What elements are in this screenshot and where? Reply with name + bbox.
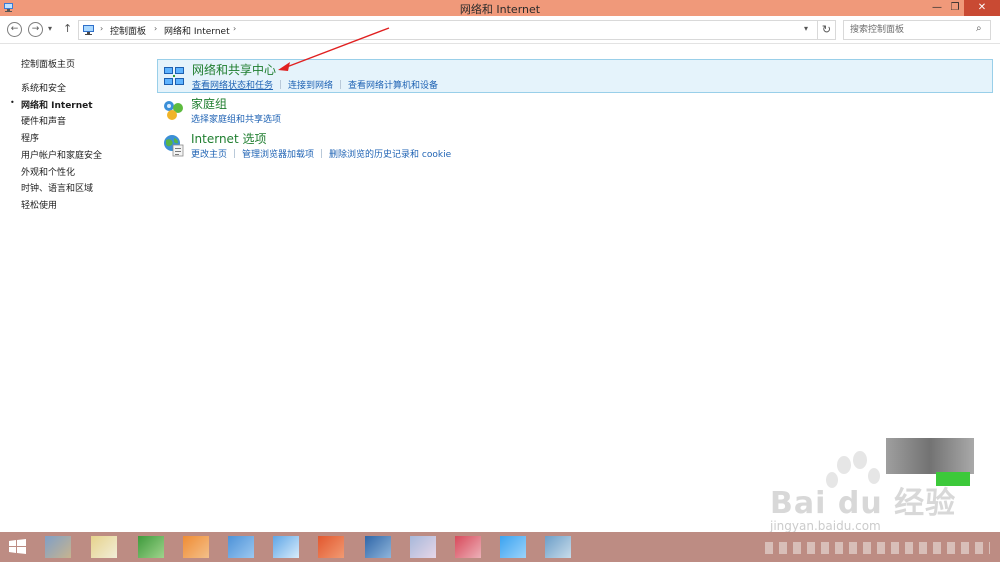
up-button[interactable]: ↑ <box>63 22 72 35</box>
view-network-computers-link[interactable]: 查看网络计算机和设备 <box>348 81 438 91</box>
control-panel-home-link[interactable]: 控制面板主页 <box>21 57 75 70</box>
minimize-button[interactable]: — <box>928 0 946 16</box>
taskbar-app-4[interactable] <box>183 536 209 558</box>
sidebar-item-user-accounts[interactable]: 用户帐户和家庭安全 <box>21 148 102 161</box>
network-sharing-center-icon <box>164 67 184 85</box>
title-bar: 网络和 Internet — ❐ ✕ <box>0 0 1000 16</box>
homegroup-title[interactable]: 家庭组 <box>191 95 227 112</box>
homegroup-icon <box>164 101 183 120</box>
system-tray[interactable] <box>765 542 990 554</box>
taskbar-app-3[interactable] <box>138 536 164 558</box>
link-divider <box>340 80 342 89</box>
back-button[interactable]: ← <box>7 22 22 37</box>
homegroup-sharing-options-link[interactable]: 选择家庭组和共享选项 <box>191 115 281 125</box>
watermark-brand: Bai du 经验 <box>770 486 957 521</box>
taskbar-app-5[interactable] <box>228 536 254 558</box>
window-title: 网络和 Internet <box>459 3 541 16</box>
taskbar-app-7[interactable] <box>318 536 344 558</box>
breadcrumb-control-panel[interactable]: 控制面板 <box>110 24 146 37</box>
connect-to-network-link[interactable]: 连接到网络 <box>288 81 333 91</box>
refresh-button[interactable]: ↻ <box>818 20 836 40</box>
taskbar-app-12[interactable] <box>545 536 571 558</box>
start-button-icon[interactable] <box>0 532 36 562</box>
link-divider <box>280 80 282 89</box>
recent-locations-dropdown[interactable]: ▾ <box>48 24 52 33</box>
taskbar <box>0 532 1000 562</box>
navigation-bar: ← → ▾ ↑ › 控制面板 › 网络和 Internet › ▾ ↻ ⌕ <box>0 16 1000 44</box>
control-panel-icon <box>83 25 94 35</box>
network-sharing-center-title[interactable]: 网络和共享中心 <box>192 61 276 78</box>
breadcrumb-separator[interactable]: › <box>100 24 103 33</box>
network-sharing-center-links: 查看网络状态和任务 连接到网络 查看网络计算机和设备 <box>192 78 438 91</box>
sidebar-item-clock-language-region[interactable]: 时钟、语言和区域 <box>21 181 93 194</box>
sidebar-item-programs[interactable]: 程序 <box>21 131 39 144</box>
link-divider <box>321 149 323 158</box>
category-internet-options[interactable]: Internet 选项 更改主页 管理浏览器加载项 删除浏览的历史记录和 cooki… <box>157 129 993 163</box>
internet-options-links: 更改主页 管理浏览器加载项 删除浏览的历史记录和 cookie <box>191 147 451 160</box>
breadcrumb-separator[interactable]: › <box>233 24 236 33</box>
taskbar-app-6[interactable] <box>273 536 299 558</box>
search-input[interactable] <box>844 21 972 39</box>
view-network-status-link[interactable]: 查看网络状态和任务 <box>192 81 273 91</box>
internet-options-title[interactable]: Internet 选项 <box>191 130 266 147</box>
address-history-dropdown[interactable]: ▾ <box>804 24 808 33</box>
sidebar-item-network-internet[interactable]: 网络和 Internet <box>21 98 93 111</box>
category-network-sharing-center[interactable]: 网络和共享中心 查看网络状态和任务 连接到网络 查看网络计算机和设备 <box>157 59 993 93</box>
delete-browsing-history-link[interactable]: 删除浏览的历史记录和 cookie <box>329 150 451 160</box>
sidebar-item-hardware-sound[interactable]: 硬件和声音 <box>21 114 66 127</box>
manage-browser-addons-link[interactable]: 管理浏览器加载项 <box>242 150 314 160</box>
search-box[interactable]: ⌕ <box>843 20 991 40</box>
change-homepage-link[interactable]: 更改主页 <box>191 150 227 160</box>
sidebar-item-appearance[interactable]: 外观和个性化 <box>21 165 75 178</box>
breadcrumb-network-internet[interactable]: 网络和 Internet <box>164 24 230 37</box>
taskbar-app-11[interactable] <box>500 536 526 558</box>
active-item-bullet: • <box>10 98 15 107</box>
breadcrumb-separator[interactable]: › <box>154 24 157 33</box>
forward-button[interactable]: → <box>28 22 43 37</box>
taskbar-app-2[interactable] <box>91 536 117 558</box>
search-icon[interactable]: ⌕ <box>976 23 982 34</box>
link-divider <box>234 149 236 158</box>
taskbar-app-9[interactable] <box>410 536 436 558</box>
taskbar-app-1[interactable] <box>45 536 71 558</box>
sidebar-item-ease-of-access[interactable]: 轻松使用 <box>21 198 57 211</box>
taskbar-app-8[interactable] <box>365 536 391 558</box>
close-button[interactable]: ✕ <box>964 0 1000 16</box>
taskbar-app-10[interactable] <box>455 536 481 558</box>
sidebar-item-system-security[interactable]: 系统和安全 <box>21 81 66 94</box>
internet-options-icon <box>164 135 184 157</box>
homegroup-links: 选择家庭组和共享选项 <box>191 112 281 125</box>
address-bar[interactable]: › 控制面板 › 网络和 Internet › ▾ <box>78 20 818 40</box>
category-homegroup[interactable]: 家庭组 选择家庭组和共享选项 <box>157 94 993 128</box>
watermark-url: jingyan.baidu.com <box>770 519 881 533</box>
maximize-button[interactable]: ❐ <box>946 0 964 16</box>
